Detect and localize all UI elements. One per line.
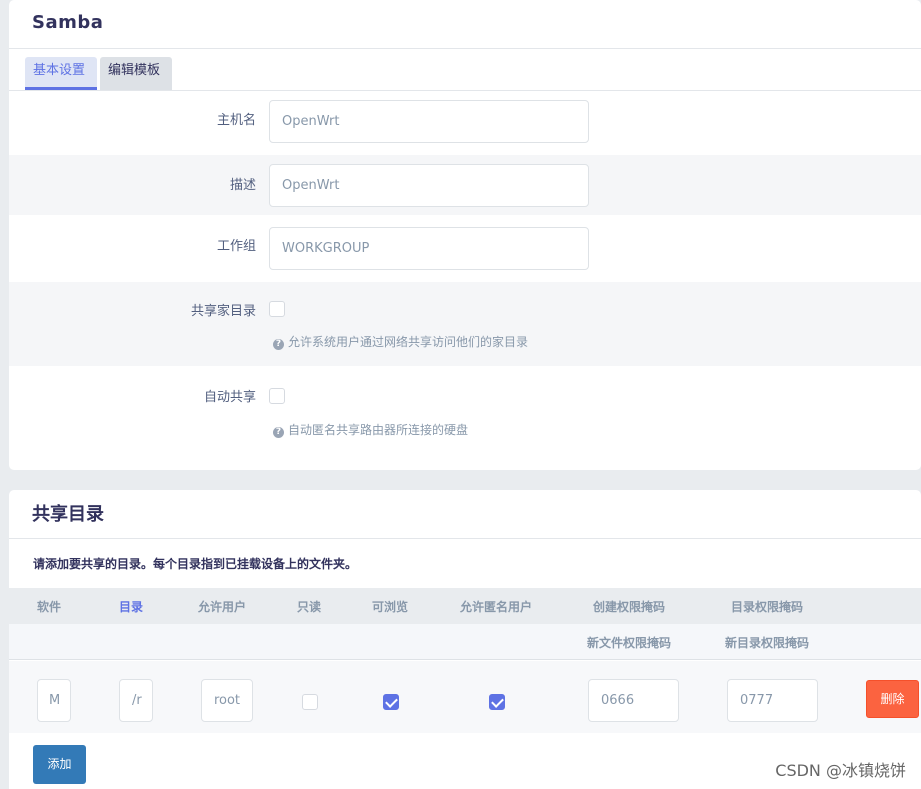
auto-share-row: 自动共享 ? 自动匿名共享路由器所连接的硬盘 <box>9 366 921 456</box>
workgroup-row: 工作组 WORKGROUP <box>9 215 921 282</box>
col-allowed-users: 允许用户 <box>197 600 247 614</box>
hostname-input[interactable]: OpenWrt <box>269 100 589 143</box>
divider <box>9 48 921 49</box>
readonly-checkbox[interactable] <box>302 694 318 710</box>
share-home-hint: ? 允许系统用户通过网络共享访问他们的家目录 <box>273 333 528 350</box>
auto-share-hint: ? 自动匿名共享路由器所连接的硬盘 <box>273 421 468 438</box>
section-title: Samba <box>32 12 104 33</box>
col-allow-guest: 允许匿名用户 <box>459 600 533 614</box>
auto-share-hint-text: 自动匿名共享路由器所连接的硬盘 <box>288 423 469 437</box>
col-directory[interactable]: 目录 <box>119 598 143 615</box>
hostname-row: 主机名 OpenWrt <box>9 91 921 155</box>
table-row: M /r root 0666 0777 删除 <box>9 661 921 733</box>
auto-share-checkbox[interactable] <box>269 388 285 404</box>
shared-directories-description: 请添加要共享的目录。每个目录指到已挂载设备上的文件夹。 <box>33 557 358 571</box>
create-mask-input[interactable]: 0666 <box>588 679 679 722</box>
share-home-row: 共享家目录 ? 允许系统用户通过网络共享访问他们的家目录 <box>9 282 921 366</box>
tab-basic-settings[interactable]: 基本设置 <box>25 57 97 90</box>
watermark: CSDN @冰镇烧饼 <box>775 761 906 780</box>
question-icon: ? <box>273 427 284 438</box>
share-home-checkbox[interactable] <box>269 301 285 317</box>
software-input[interactable]: M <box>37 679 71 722</box>
guest-ok-checkbox[interactable] <box>489 694 505 710</box>
workgroup-label: 工作组 <box>216 239 256 254</box>
delete-button[interactable]: 删除 <box>866 680 919 718</box>
browseable-checkbox[interactable] <box>383 694 399 710</box>
dir-mask-input[interactable]: 0777 <box>727 679 818 722</box>
share-home-hint-text: 允许系统用户通过网络共享访问他们的家目录 <box>288 335 529 349</box>
workgroup-input[interactable]: WORKGROUP <box>269 227 589 270</box>
col-browseable: 可浏览 <box>371 600 409 614</box>
directory-input[interactable]: /r <box>119 679 153 722</box>
col-read-only: 只读 <box>296 600 322 614</box>
table-header: 软件 目录 允许用户 只读 可浏览 允许匿名用户 创建权限掩码 目录权限掩码 <box>9 588 921 624</box>
question-icon: ? <box>273 339 284 350</box>
description-input[interactable]: OpenWrt <box>269 164 589 207</box>
share-home-label: 共享家目录 <box>190 304 256 319</box>
subcol-new-file-mask: 新文件权限掩码 <box>586 636 672 650</box>
shared-directories-card: 共享目录 请添加要共享的目录。每个目录指到已挂载设备上的文件夹。 软件 目录 允… <box>9 490 921 789</box>
description-label: 描述 <box>229 178 256 193</box>
col-software: 软件 <box>36 600 62 614</box>
auto-share-label: 自动共享 <box>203 390 256 405</box>
col-create-mask: 创建权限掩码 <box>592 600 666 614</box>
divider <box>9 538 921 539</box>
tab-edit-template[interactable]: 编辑模板 <box>100 57 172 90</box>
description-row: 描述 OpenWrt <box>9 155 921 215</box>
samba-settings-card: Samba 基本设置 编辑模板 主机名 OpenWrt 描述 OpenWrt 工… <box>9 0 921 470</box>
shared-directories-title: 共享目录 <box>32 504 104 525</box>
col-dir-mask: 目录权限掩码 <box>730 600 804 614</box>
hostname-label: 主机名 <box>216 113 256 128</box>
users-input[interactable]: root <box>201 679 253 722</box>
subcol-new-dir-mask: 新目录权限掩码 <box>724 636 810 650</box>
add-button[interactable]: 添加 <box>33 745 86 784</box>
table-subheader: 新文件权限掩码 新目录权限掩码 <box>9 624 921 660</box>
